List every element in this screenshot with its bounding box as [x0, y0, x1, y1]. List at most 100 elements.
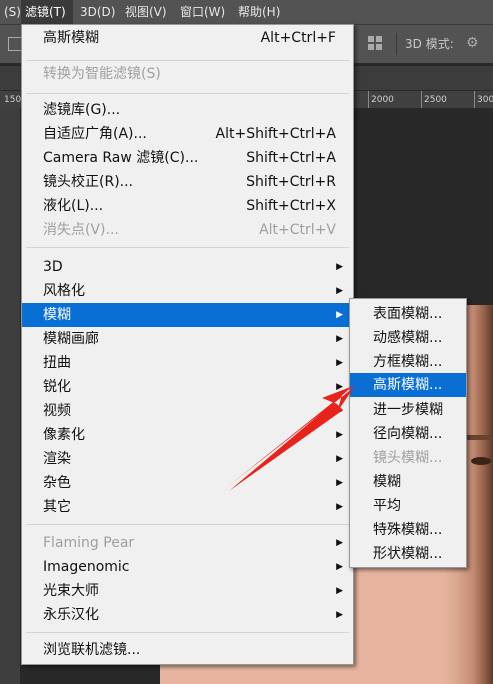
- submenu-item-blur-more[interactable]: 进一步模糊: [350, 398, 466, 422]
- menu-item-label: 动感模糊...: [373, 330, 443, 346]
- menu-item-shortcut: Shift+Ctrl+X: [246, 198, 336, 214]
- distribute-icon[interactable]: [368, 36, 382, 50]
- filter-menu: 高斯模糊 Alt+Ctrl+F 转换为智能滤镜(S) 滤镜库(G)... 自适应…: [21, 24, 354, 665]
- menu-item-filter-gallery[interactable]: 滤镜库(G)...: [22, 98, 353, 122]
- menu-separator: [26, 247, 349, 248]
- menu-item-label: 浏览联机滤镜...: [43, 642, 141, 658]
- menu-item-label: 其它: [43, 499, 71, 515]
- menu-item-label: 镜头模糊...: [373, 450, 443, 466]
- photo-eyebrow: [465, 435, 493, 440]
- menu-item-vanishing-point[interactable]: 消失点(V)... Alt+Ctrl+V: [22, 218, 353, 242]
- submenu-arrow-icon: ▶: [336, 478, 343, 488]
- menu-item-render[interactable]: 渲染 ▶: [22, 447, 353, 471]
- submenu-item-motion-blur[interactable]: 动感模糊...: [350, 326, 466, 350]
- submenu-arrow-icon: ▶: [336, 454, 343, 464]
- menu-item-label: 高斯模糊...: [373, 377, 443, 393]
- menu-item-yongle-chinese[interactable]: 永乐汉化 ▶: [22, 603, 353, 627]
- menu-item-lens-correction[interactable]: 镜头校正(R)... Shift+Ctrl+R: [22, 170, 353, 194]
- menu-item-noise[interactable]: 杂色 ▶: [22, 471, 353, 495]
- menu-item-label: 自适应广角(A)...: [43, 126, 147, 142]
- menu-item-label: 进一步模糊: [373, 402, 443, 418]
- submenu-arrow-icon: ▶: [336, 586, 343, 596]
- menu-item-convert-smart-filter[interactable]: 转换为智能滤镜(S): [22, 62, 353, 86]
- menu-item-label: 特殊模糊...: [373, 522, 443, 538]
- submenu-arrow-icon: ▶: [336, 562, 343, 572]
- menu-item-browse-online-filters[interactable]: 浏览联机滤镜...: [22, 638, 353, 662]
- menu-item-flaming-pear[interactable]: Flaming Pear ▶: [22, 531, 353, 555]
- menu-item-shortcut: Shift+Ctrl+R: [246, 174, 336, 190]
- menu-item-pixelate[interactable]: 像素化 ▶: [22, 423, 353, 447]
- ruler-tickline: [421, 91, 422, 108]
- submenu-item-blur[interactable]: 模糊: [350, 470, 466, 494]
- tool-preset-icon[interactable]: [8, 37, 22, 51]
- ruler-tick: 150: [4, 95, 22, 105]
- submenu-item-lens-blur[interactable]: 镜头模糊...: [350, 446, 466, 470]
- menu-item-label: 平均: [373, 498, 401, 514]
- menu-item-stylize[interactable]: 风格化 ▶: [22, 279, 353, 303]
- menu-item-label: 表面模糊...: [373, 306, 443, 322]
- ruler-tickline: [474, 91, 475, 108]
- menu-item-label: 模糊: [373, 474, 401, 490]
- ruler-tick: 3000: [477, 95, 493, 105]
- menu-item-imagenomic[interactable]: Imagenomic ▶: [22, 555, 353, 579]
- submenu-arrow-icon: ▶: [336, 430, 343, 440]
- submenu-item-smart-blur[interactable]: 特殊模糊...: [350, 518, 466, 542]
- menu-separator: [26, 60, 349, 61]
- menu-separator: [26, 524, 349, 525]
- gear-icon[interactable]: ⚙: [466, 35, 479, 51]
- menu-item-shortcut: Shift+Ctrl+A: [246, 150, 336, 166]
- submenu-arrow-icon: ▶: [336, 286, 343, 296]
- menu-item-label: 液化(L)...: [43, 198, 104, 214]
- menu-item-last-filter[interactable]: 高斯模糊 Alt+Ctrl+F: [22, 26, 353, 50]
- submenu-arrow-icon: ▶: [336, 334, 343, 344]
- menu-separator: [26, 632, 349, 633]
- menu-help[interactable]: 帮助(H): [234, 0, 284, 24]
- menu-item-beam-master[interactable]: 光束大师 ▶: [22, 579, 353, 603]
- ruler-tick: 2500: [424, 95, 447, 105]
- menu-item-label: Flaming Pear: [43, 535, 135, 551]
- menu-item-label: 永乐汉化: [43, 607, 99, 623]
- menu-item-camera-raw[interactable]: Camera Raw 滤镜(C)... Shift+Ctrl+A: [22, 146, 353, 170]
- submenu-arrow-icon: ▶: [336, 262, 343, 272]
- submenu-arrow-icon: ▶: [336, 310, 343, 320]
- menu-item-label: 锐化: [43, 379, 71, 395]
- submenu-item-shape-blur[interactable]: 形状模糊...: [350, 542, 466, 566]
- menu-item-liquify[interactable]: 液化(L)... Shift+Ctrl+X: [22, 194, 353, 218]
- menu-item-label: 模糊: [43, 307, 71, 323]
- tools-panel: [0, 108, 20, 684]
- menu-item-other[interactable]: 其它 ▶: [22, 495, 353, 519]
- submenu-item-gaussian-blur[interactable]: 高斯模糊...: [350, 373, 466, 397]
- options-divider: [396, 33, 397, 55]
- ruler-tickline: [368, 91, 369, 108]
- menu-item-label: 方框模糊...: [373, 354, 443, 370]
- menu-separator: [26, 93, 349, 94]
- menu-item-label: 径向模糊...: [373, 426, 443, 442]
- submenu-arrow-icon: ▶: [336, 538, 343, 548]
- photo-eye: [471, 457, 491, 465]
- submenu-item-radial-blur[interactable]: 径向模糊...: [350, 422, 466, 446]
- menu-item-label: 扭曲: [43, 355, 71, 371]
- menu-item-label: 镜头校正(R)...: [43, 174, 134, 190]
- menu-item-label: 风格化: [43, 283, 85, 299]
- menu-3d[interactable]: 3D(D): [76, 0, 119, 24]
- submenu-arrow-icon: ▶: [336, 358, 343, 368]
- menu-item-3d[interactable]: 3D ▶: [22, 255, 353, 279]
- menu-item-label: Imagenomic: [43, 559, 130, 575]
- menu-item-sharpen[interactable]: 锐化 ▶: [22, 375, 353, 399]
- submenu-arrow-icon: ▶: [336, 406, 343, 416]
- menu-item-distort[interactable]: 扭曲 ▶: [22, 351, 353, 375]
- menu-item-blur-gallery[interactable]: 模糊画廊 ▶: [22, 327, 353, 351]
- menu-item-video[interactable]: 视频 ▶: [22, 399, 353, 423]
- menu-item-blur[interactable]: 模糊 ▶: [22, 303, 353, 327]
- submenu-arrow-icon: ▶: [336, 382, 343, 392]
- menu-filter[interactable]: 滤镜(T): [21, 0, 73, 24]
- submenu-item-box-blur[interactable]: 方框模糊...: [350, 350, 466, 374]
- menu-item-adaptive-wide-angle[interactable]: 自适应广角(A)... Alt+Shift+Ctrl+A: [22, 122, 353, 146]
- submenu-item-surface-blur[interactable]: 表面模糊...: [350, 302, 466, 326]
- menu-item-label: Camera Raw 滤镜(C)...: [43, 150, 199, 166]
- menu-window[interactable]: 窗口(W): [176, 0, 229, 24]
- menu-item-label: 形状模糊...: [373, 546, 443, 562]
- menu-view[interactable]: 视图(V): [121, 0, 171, 24]
- submenu-item-average[interactable]: 平均: [350, 494, 466, 518]
- menu-item-label: 高斯模糊: [43, 30, 99, 46]
